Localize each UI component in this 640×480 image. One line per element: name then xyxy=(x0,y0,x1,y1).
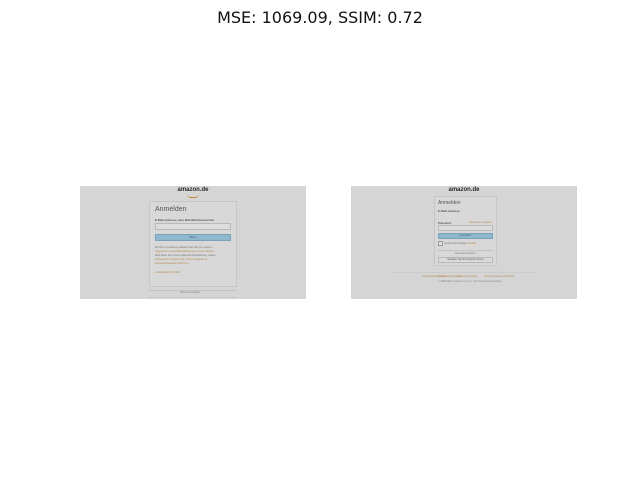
footer-link-imprint[interactable]: Impressum xyxy=(457,275,469,278)
new-customer-text: Neu bei Amazon? xyxy=(180,291,201,294)
ads-link[interactable]: interessenbasierter Werbung. xyxy=(155,262,189,265)
password-input[interactable] xyxy=(438,225,493,231)
right-screenshot-panel: amazon.de Anmelden E-Mail-Adresse Passwo… xyxy=(351,186,577,299)
login-button[interactable]: Anmelden xyxy=(438,233,493,239)
remember-me-text: Angemeldet bleiben. xyxy=(444,242,468,245)
divider xyxy=(438,250,493,251)
amazon-logo[interactable]: amazon.de xyxy=(351,187,577,193)
divider-bottom xyxy=(149,297,237,298)
terms-link[interactable]: Allgemeinen Geschäftsbedingungen einvers… xyxy=(155,250,214,253)
copyright-text: © 1998-2024, Amazon.com, Inc. oder Tocht… xyxy=(438,280,502,283)
amazon-logo-smile-icon xyxy=(187,194,199,198)
amazon-logo[interactable]: amazon.de xyxy=(80,187,306,193)
forgot-password-link[interactable]: Passwort vergessen xyxy=(469,221,492,224)
legal-text-1: Mit Ihrer Anmeldung erklären Sie sich mi… xyxy=(155,246,213,249)
signin-box: Anmelden E-Mail-Adresse oder Mobiltelefo… xyxy=(149,201,237,287)
legal-text-3: Bitte lesen Sie unsere Datenschutzerklär… xyxy=(155,254,216,257)
left-screenshot-panel: amazon.de Anmelden E-Mail-Adresse oder M… xyxy=(80,186,306,299)
signin-box: Anmelden E-Mail-Adresse Passwort Passwor… xyxy=(434,196,497,266)
help-link-label: Benötigen Sie Hilfe? xyxy=(157,271,181,274)
footer-divider xyxy=(391,272,537,273)
new-to-amazon-text: Neu bei Amazon? xyxy=(455,252,476,255)
email-input[interactable] xyxy=(155,223,231,230)
signin-heading: Anmelden xyxy=(155,206,187,213)
email-label: E-Mail-Adresse xyxy=(438,209,460,213)
continue-button[interactable]: Weiter xyxy=(155,234,231,241)
footer-link-ads[interactable]: Interessenbasierte Werbung xyxy=(484,275,514,278)
create-account-button[interactable]: Erstellen Sie Ihr Amazon-Konto xyxy=(438,257,493,263)
remember-me-label: Angemeldet bleiben. Details xyxy=(444,242,476,245)
help-link[interactable]: ▸ Benötigen Sie Hilfe? xyxy=(155,271,181,274)
remember-details-link[interactable]: Details xyxy=(468,242,476,245)
cookies-link[interactable]: Hinweise zu Cookies und unsere Hinweise … xyxy=(155,258,207,261)
signin-heading: Anmelden xyxy=(438,200,461,206)
remember-me-checkbox[interactable] xyxy=(438,241,443,246)
figure-title: MSE: 1069.09, SSIM: 0.72 xyxy=(217,8,423,27)
email-label: E-Mail-Adresse oder Mobiltelefonnummer xyxy=(155,218,215,222)
footer-link-cookies[interactable]: Cookies xyxy=(469,275,478,278)
